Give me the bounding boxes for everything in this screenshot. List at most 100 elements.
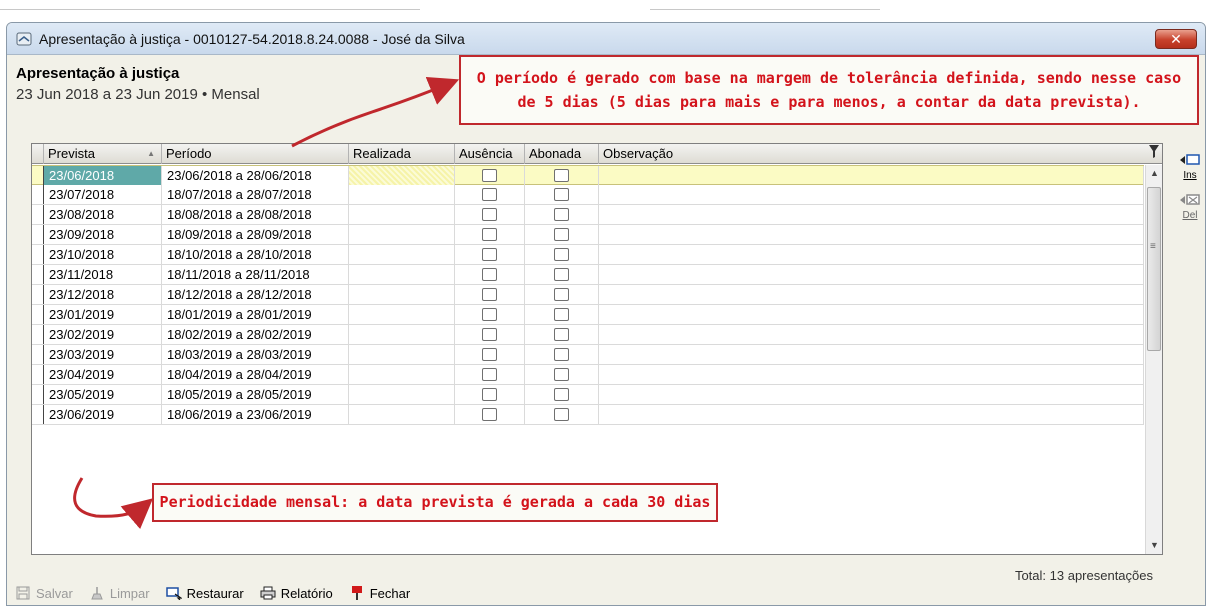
cell-realizada[interactable] bbox=[349, 325, 455, 344]
table-row[interactable]: 23/11/2018 18/11/2018 a 28/11/2018 bbox=[32, 265, 1144, 285]
ausencia-checkbox[interactable] bbox=[482, 228, 497, 241]
row-indicator[interactable] bbox=[32, 285, 44, 304]
ausencia-checkbox[interactable] bbox=[482, 208, 497, 221]
table-row[interactable]: 23/05/2019 18/05/2019 a 28/05/2019 bbox=[32, 385, 1144, 405]
row-indicator[interactable] bbox=[32, 365, 44, 384]
cell-prevista[interactable]: 23/02/2019 bbox=[44, 325, 162, 344]
cell-prevista[interactable]: 23/10/2018 bbox=[44, 245, 162, 264]
column-header-periodo[interactable]: Período bbox=[162, 144, 349, 164]
table-row[interactable]: 23/06/2019 18/06/2019 a 23/06/2019 bbox=[32, 405, 1144, 425]
row-indicator[interactable] bbox=[32, 265, 44, 284]
column-header-abonada[interactable]: Abonada bbox=[525, 144, 599, 164]
cell-periodo[interactable]: 18/08/2018 a 28/08/2018 bbox=[162, 205, 349, 224]
cell-realizada[interactable] bbox=[349, 225, 455, 244]
row-indicator[interactable] bbox=[32, 225, 44, 244]
table-row[interactable]: 23/02/2019 18/02/2019 a 28/02/2019 bbox=[32, 325, 1144, 345]
cell-realizada[interactable] bbox=[349, 385, 455, 404]
ausencia-checkbox[interactable] bbox=[482, 169, 497, 182]
ausencia-checkbox[interactable] bbox=[482, 188, 497, 201]
cell-realizada[interactable] bbox=[349, 365, 455, 384]
cell-observacao[interactable] bbox=[599, 285, 1144, 304]
cell-prevista[interactable]: 23/11/2018 bbox=[44, 265, 162, 284]
row-indicator[interactable] bbox=[32, 166, 44, 185]
cell-observacao[interactable] bbox=[599, 265, 1144, 284]
abonada-checkbox[interactable] bbox=[554, 328, 569, 341]
cell-realizada[interactable] bbox=[349, 285, 455, 304]
title-bar[interactable]: Apresentação à justiça - 0010127-54.2018… bbox=[7, 23, 1205, 55]
row-indicator[interactable] bbox=[32, 305, 44, 324]
cell-realizada[interactable] bbox=[349, 185, 455, 204]
cell-periodo[interactable]: 18/05/2019 a 28/05/2019 bbox=[162, 385, 349, 404]
cell-prevista[interactable]: 23/09/2018 bbox=[44, 225, 162, 244]
cell-realizada[interactable] bbox=[349, 305, 455, 324]
abonada-checkbox[interactable] bbox=[554, 308, 569, 321]
cell-realizada[interactable] bbox=[349, 245, 455, 264]
column-header-prevista[interactable]: Prevista ▲ bbox=[44, 144, 162, 164]
column-header-realizada[interactable]: Realizada bbox=[349, 144, 455, 164]
scroll-down-icon[interactable]: ▼ bbox=[1146, 537, 1163, 554]
table-row[interactable]: 23/09/2018 18/09/2018 a 28/09/2018 bbox=[32, 225, 1144, 245]
row-indicator[interactable] bbox=[32, 385, 44, 404]
cell-periodo[interactable]: 18/06/2019 a 23/06/2019 bbox=[162, 405, 349, 424]
abonada-checkbox[interactable] bbox=[554, 368, 569, 381]
cell-observacao[interactable] bbox=[599, 225, 1144, 244]
report-button[interactable]: Relatório bbox=[260, 585, 333, 601]
table-row[interactable]: 23/06/2018 23/06/2018 a 28/06/2018 bbox=[32, 165, 1144, 185]
cell-observacao[interactable] bbox=[599, 205, 1144, 224]
row-indicator[interactable] bbox=[32, 405, 44, 424]
row-indicator[interactable] bbox=[32, 345, 44, 364]
ausencia-checkbox[interactable] bbox=[482, 248, 497, 261]
cell-periodo[interactable]: 18/01/2019 a 28/01/2019 bbox=[162, 305, 349, 324]
cell-periodo[interactable]: 18/10/2018 a 28/10/2018 bbox=[162, 245, 349, 264]
table-row[interactable]: 23/08/2018 18/08/2018 a 28/08/2018 bbox=[32, 205, 1144, 225]
cell-periodo[interactable]: 18/09/2018 a 28/09/2018 bbox=[162, 225, 349, 244]
abonada-checkbox[interactable] bbox=[554, 288, 569, 301]
scroll-up-icon[interactable]: ▲ bbox=[1146, 165, 1163, 182]
delete-row-button[interactable]: Del bbox=[1175, 193, 1205, 221]
cell-observacao[interactable] bbox=[599, 305, 1144, 324]
cell-observacao[interactable] bbox=[599, 345, 1144, 364]
cell-prevista[interactable]: 23/01/2019 bbox=[44, 305, 162, 324]
ausencia-checkbox[interactable] bbox=[482, 408, 497, 421]
row-indicator[interactable] bbox=[32, 325, 44, 344]
table-row[interactable]: 23/07/2018 18/07/2018 a 28/07/2018 bbox=[32, 185, 1144, 205]
abonada-checkbox[interactable] bbox=[554, 408, 569, 421]
abonada-checkbox[interactable] bbox=[554, 228, 569, 241]
filter-icon[interactable] bbox=[1147, 143, 1161, 161]
cell-prevista[interactable]: 23/06/2018 bbox=[44, 166, 162, 185]
abonada-checkbox[interactable] bbox=[554, 248, 569, 261]
cell-observacao[interactable] bbox=[599, 185, 1144, 204]
table-row[interactable]: 23/12/2018 18/12/2018 a 28/12/2018 bbox=[32, 285, 1144, 305]
clear-button[interactable]: Limpar bbox=[89, 585, 150, 601]
restore-button[interactable]: Restaurar bbox=[165, 585, 244, 601]
cell-prevista[interactable]: 23/08/2018 bbox=[44, 205, 162, 224]
cell-observacao[interactable] bbox=[599, 245, 1144, 264]
cell-observacao[interactable] bbox=[599, 405, 1144, 424]
cell-periodo[interactable]: 18/07/2018 a 28/07/2018 bbox=[162, 185, 349, 204]
table-row[interactable]: 23/04/2019 18/04/2019 a 28/04/2019 bbox=[32, 365, 1144, 385]
cell-realizada[interactable] bbox=[349, 345, 455, 364]
cell-prevista[interactable]: 23/05/2019 bbox=[44, 385, 162, 404]
table-row[interactable]: 23/10/2018 18/10/2018 a 28/10/2018 bbox=[32, 245, 1144, 265]
cell-periodo[interactable]: 18/03/2019 a 28/03/2019 bbox=[162, 345, 349, 364]
ausencia-checkbox[interactable] bbox=[482, 388, 497, 401]
window-close-button[interactable]: ✕ bbox=[1155, 29, 1197, 49]
abonada-checkbox[interactable] bbox=[554, 388, 569, 401]
insert-row-button[interactable]: Ins bbox=[1175, 153, 1205, 181]
cell-prevista[interactable]: 23/06/2019 bbox=[44, 405, 162, 424]
cell-periodo[interactable]: 18/12/2018 a 28/12/2018 bbox=[162, 285, 349, 304]
ausencia-checkbox[interactable] bbox=[482, 288, 497, 301]
cell-periodo[interactable]: 18/11/2018 a 28/11/2018 bbox=[162, 265, 349, 284]
ausencia-checkbox[interactable] bbox=[482, 368, 497, 381]
cell-realizada[interactable] bbox=[349, 405, 455, 424]
close-button[interactable]: Fechar bbox=[349, 585, 410, 601]
abonada-checkbox[interactable] bbox=[554, 348, 569, 361]
cell-prevista[interactable]: 23/07/2018 bbox=[44, 185, 162, 204]
cell-periodo[interactable]: 23/06/2018 a 28/06/2018 bbox=[162, 166, 349, 185]
cell-observacao[interactable] bbox=[599, 166, 1144, 185]
cell-realizada[interactable] bbox=[349, 265, 455, 284]
abonada-checkbox[interactable] bbox=[554, 268, 569, 281]
ausencia-checkbox[interactable] bbox=[482, 308, 497, 321]
ausencia-checkbox[interactable] bbox=[482, 348, 497, 361]
ausencia-checkbox[interactable] bbox=[482, 268, 497, 281]
